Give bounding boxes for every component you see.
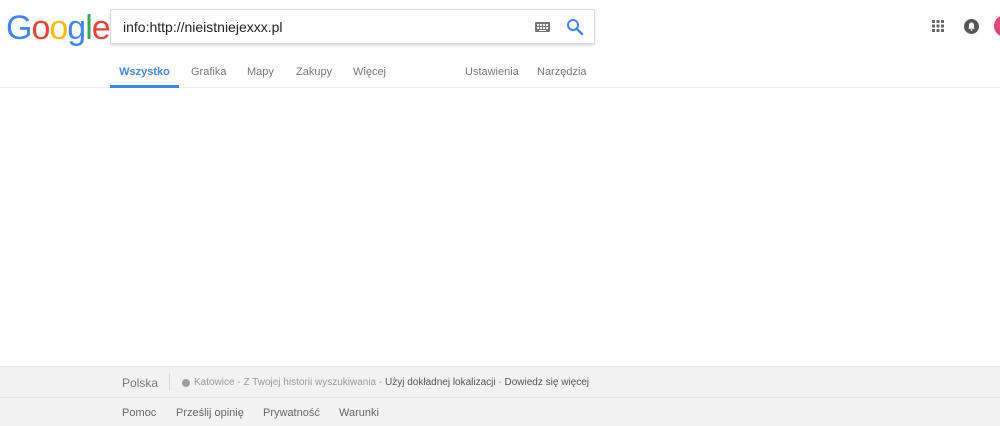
learn-more-link[interactable]: Dowiedz się więcej: [505, 377, 589, 388]
tab-more[interactable]: Więcej: [353, 60, 386, 88]
help-link[interactable]: Pomoc: [122, 407, 156, 419]
location-footer: Polska Katowice - Z Twojej historii wysz…: [0, 366, 1000, 398]
keyboard-icon[interactable]: [535, 22, 550, 32]
tab-maps[interactable]: Mapy: [247, 60, 274, 88]
use-precise-location-link[interactable]: Użyj dokładnej lokalizacji: [385, 377, 496, 388]
tab-images[interactable]: Grafika: [191, 60, 226, 88]
logo-letter: g: [67, 9, 86, 47]
search-input[interactable]: [123, 10, 523, 43]
search-box: [110, 9, 595, 44]
notifications-icon[interactable]: [964, 19, 979, 34]
logo-letter: G: [6, 9, 32, 47]
tab-shopping[interactable]: Zakupy: [296, 60, 332, 88]
logo-letter: o: [49, 9, 68, 47]
search-icon[interactable]: [566, 18, 584, 36]
footer-links: Pomoc Prześlij opinię Prywatność Warunki: [0, 398, 1000, 426]
privacy-link[interactable]: Prywatność: [263, 407, 320, 419]
tab-settings[interactable]: Ustawienia: [465, 60, 519, 88]
separator-dash: -: [495, 377, 505, 388]
location-line: Katowice - Z Twojej historii wyszukiwani…: [194, 377, 589, 388]
account-avatar[interactable]: [994, 15, 1000, 37]
feedback-link[interactable]: Prześlij opinię: [176, 407, 244, 419]
country-label: Polska: [122, 376, 159, 390]
terms-link[interactable]: Warunki: [339, 407, 379, 419]
tab-all[interactable]: Wszystko: [110, 60, 179, 88]
search-tabs: Wszystko Grafika Mapy Zakupy Więcej Usta…: [0, 60, 1000, 88]
location-dot-icon: [182, 379, 190, 387]
google-logo[interactable]: Google: [6, 9, 111, 47]
logo-letter: e: [91, 9, 111, 47]
apps-grid-icon[interactable]: [932, 20, 944, 32]
footer-divider: [169, 373, 170, 391]
tab-tools[interactable]: Narzędzia: [537, 60, 587, 88]
header: Google info:http://nieistniejexxx.pl Wsz…: [0, 0, 1000, 88]
logo-letter: o: [31, 9, 50, 47]
search-results-page: Google info:http://nieistniejexxx.pl Wsz…: [0, 0, 1000, 426]
location-text: Katowice - Z Twojej historii wyszukiwani…: [194, 377, 377, 388]
separator-dash: -: [376, 377, 385, 388]
